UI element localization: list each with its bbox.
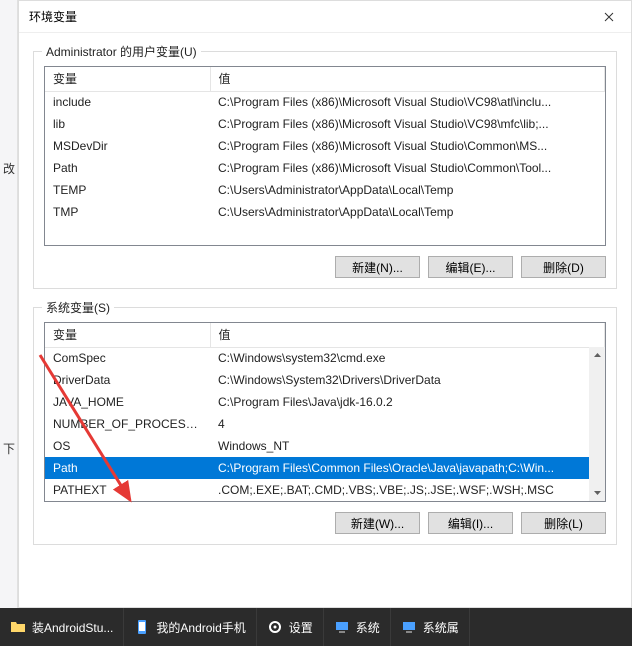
var-value: C:\Program Files (x86)\Microsoft Visual … bbox=[210, 113, 605, 135]
user-delete-button[interactable]: 删除(D) bbox=[521, 256, 606, 278]
var-name: include bbox=[45, 91, 210, 113]
var-value: Windows_NT bbox=[210, 435, 605, 457]
user-variables-table-wrap: 变量 值 includeC:\Program Files (x86)\Micro… bbox=[44, 66, 606, 246]
system-variables-group: 系统变量(S) 变量 值 ComSpecC:\Windows\system32\… bbox=[33, 307, 617, 545]
table-row[interactable]: PATHEXT.COM;.EXE;.BAT;.CMD;.VBS;.VBE;.JS… bbox=[45, 479, 605, 501]
system-buttons-row: 新建(W)... 编辑(I)... 删除(L) bbox=[44, 512, 606, 534]
system-edit-button[interactable]: 编辑(I)... bbox=[428, 512, 513, 534]
var-name: PATHEXT bbox=[45, 479, 210, 501]
table-row[interactable]: PathC:\Program Files\Common Files\Oracle… bbox=[45, 457, 605, 479]
table-row[interactable]: TMPC:\Users\Administrator\AppData\Local\… bbox=[45, 201, 605, 223]
dialog-content: Administrator 的用户变量(U) 变量 值 includeC:\Pr… bbox=[19, 33, 631, 573]
header-value[interactable]: 值 bbox=[210, 67, 605, 91]
taskbar-item[interactable]: 系统 bbox=[324, 608, 391, 646]
titlebar: 环境变量 bbox=[19, 1, 631, 33]
taskbar-item-label: 系统属 bbox=[423, 619, 459, 636]
taskbar-item-label: 我的Android手机 bbox=[156, 619, 245, 636]
system-variables-table[interactable]: 变量 值 ComSpecC:\Windows\system32\cmd.exeD… bbox=[45, 323, 605, 501]
var-value: C:\Program Files (x86)\Microsoft Visual … bbox=[210, 135, 605, 157]
system-delete-button[interactable]: 删除(L) bbox=[521, 512, 606, 534]
user-edit-button[interactable]: 编辑(E)... bbox=[428, 256, 513, 278]
var-value: C:\Program Files\Java\jdk-16.0.2 bbox=[210, 391, 605, 413]
var-name: NUMBER_OF_PROCESSORS bbox=[45, 413, 210, 435]
table-row[interactable]: TEMPC:\Users\Administrator\AppData\Local… bbox=[45, 179, 605, 201]
taskbar-item[interactable]: 装AndroidStu... bbox=[0, 608, 124, 646]
system-table-header[interactable]: 变量 值 bbox=[45, 323, 605, 347]
var-name: Path bbox=[45, 157, 210, 179]
system-scrollbar[interactable] bbox=[589, 347, 605, 501]
taskbar: 装AndroidStu... 我的Android手机 设置 系统 系统属 bbox=[0, 608, 632, 646]
header-variable[interactable]: 变量 bbox=[45, 67, 210, 91]
header-value[interactable]: 值 bbox=[210, 323, 605, 347]
user-new-button[interactable]: 新建(N)... bbox=[335, 256, 420, 278]
var-name: Path bbox=[45, 457, 210, 479]
var-name: TMP bbox=[45, 201, 210, 223]
taskbar-item[interactable]: 我的Android手机 bbox=[124, 608, 256, 646]
phone-icon bbox=[134, 619, 150, 635]
computer-icon bbox=[334, 619, 350, 635]
user-variables-table[interactable]: 变量 值 includeC:\Program Files (x86)\Micro… bbox=[45, 67, 605, 223]
header-variable[interactable]: 变量 bbox=[45, 323, 210, 347]
system-group-legend: 系统变量(S) bbox=[42, 299, 114, 316]
scroll-up-icon[interactable] bbox=[589, 347, 605, 363]
table-row[interactable]: MSDevDirC:\Program Files (x86)\Microsoft… bbox=[45, 135, 605, 157]
user-group-legend: Administrator 的用户变量(U) bbox=[42, 43, 201, 60]
taskbar-item-label: 设置 bbox=[289, 619, 313, 636]
table-row[interactable]: includeC:\Program Files (x86)\Microsoft … bbox=[45, 91, 605, 113]
environment-variables-dialog: 环境变量 Administrator 的用户变量(U) 变量 值 include… bbox=[18, 0, 632, 608]
close-icon bbox=[604, 12, 614, 22]
var-name: TEMP bbox=[45, 179, 210, 201]
user-buttons-row: 新建(N)... 编辑(E)... 删除(D) bbox=[44, 256, 606, 278]
table-row[interactable]: PathC:\Program Files (x86)\Microsoft Vis… bbox=[45, 157, 605, 179]
var-value: C:\Windows\System32\Drivers\DriverData bbox=[210, 369, 605, 391]
table-row[interactable]: ComSpecC:\Windows\system32\cmd.exe bbox=[45, 347, 605, 369]
var-name: ComSpec bbox=[45, 347, 210, 369]
table-row[interactable]: JAVA_HOMEC:\Program Files\Java\jdk-16.0.… bbox=[45, 391, 605, 413]
close-button[interactable] bbox=[587, 1, 631, 33]
table-row[interactable]: OSWindows_NT bbox=[45, 435, 605, 457]
taskbar-item[interactable]: 系统属 bbox=[391, 608, 470, 646]
var-value: C:\Windows\system32\cmd.exe bbox=[210, 347, 605, 369]
var-value: C:\Users\Administrator\AppData\Local\Tem… bbox=[210, 201, 605, 223]
table-row[interactable]: DriverDataC:\Windows\System32\Drivers\Dr… bbox=[45, 369, 605, 391]
var-value: C:\Program Files (x86)\Microsoft Visual … bbox=[210, 157, 605, 179]
user-variables-group: Administrator 的用户变量(U) 变量 值 includeC:\Pr… bbox=[33, 51, 617, 289]
var-name: DriverData bbox=[45, 369, 210, 391]
background-window-strip: 改 下 bbox=[0, 0, 18, 608]
user-table-header[interactable]: 变量 值 bbox=[45, 67, 605, 91]
scroll-down-icon[interactable] bbox=[589, 485, 605, 501]
var-name: JAVA_HOME bbox=[45, 391, 210, 413]
var-value: C:\Program Files (x86)\Microsoft Visual … bbox=[210, 91, 605, 113]
taskbar-item-label: 装AndroidStu... bbox=[32, 619, 113, 636]
var-value: C:\Program Files\Common Files\Oracle\Jav… bbox=[210, 457, 605, 479]
var-name: OS bbox=[45, 435, 210, 457]
taskbar-item-label: 系统 bbox=[356, 619, 380, 636]
taskbar-item[interactable]: 设置 bbox=[257, 608, 324, 646]
var-value: 4 bbox=[210, 413, 605, 435]
var-name: lib bbox=[45, 113, 210, 135]
system-variables-table-wrap: 变量 值 ComSpecC:\Windows\system32\cmd.exeD… bbox=[44, 322, 606, 502]
var-value: .COM;.EXE;.BAT;.CMD;.VBS;.VBE;.JS;.JSE;.… bbox=[210, 479, 605, 501]
dialog-title: 环境变量 bbox=[29, 8, 587, 25]
var-value: C:\Users\Administrator\AppData\Local\Tem… bbox=[210, 179, 605, 201]
folder-icon bbox=[10, 619, 26, 635]
table-row[interactable]: NUMBER_OF_PROCESSORS4 bbox=[45, 413, 605, 435]
var-name: MSDevDir bbox=[45, 135, 210, 157]
table-row[interactable]: libC:\Program Files (x86)\Microsoft Visu… bbox=[45, 113, 605, 135]
system-new-button[interactable]: 新建(W)... bbox=[335, 512, 420, 534]
gear-icon bbox=[267, 619, 283, 635]
computer-icon bbox=[401, 619, 417, 635]
